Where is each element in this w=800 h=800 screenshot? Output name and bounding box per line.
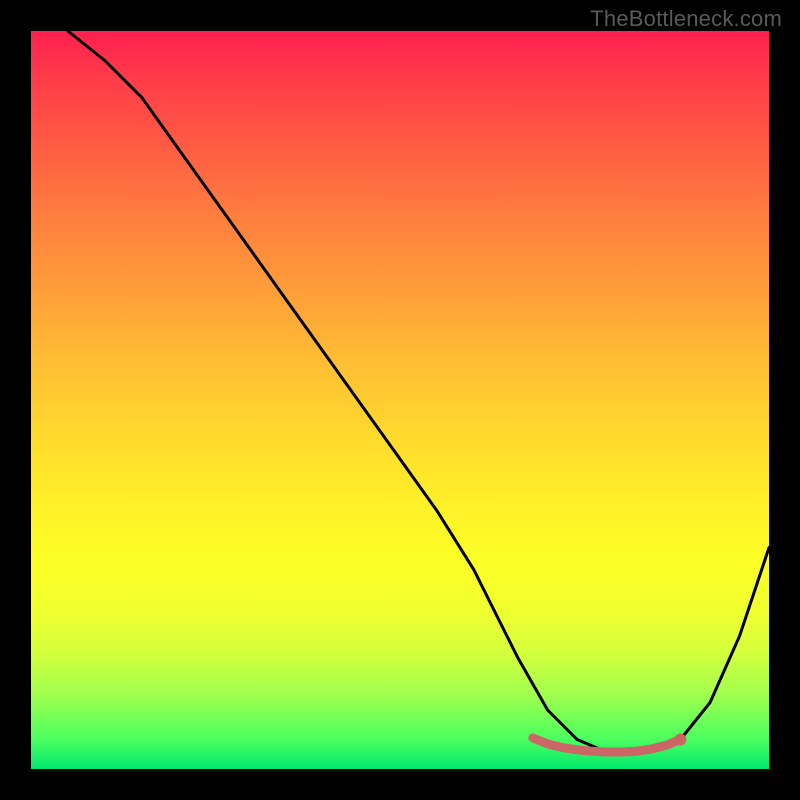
chart-svg	[31, 31, 769, 769]
marker-end-dot	[674, 734, 686, 746]
marker-band-path	[533, 738, 681, 752]
watermark-label: TheBottleneck.com	[590, 6, 782, 32]
main-curve-path	[68, 31, 769, 752]
chart-frame: TheBottleneck.com	[0, 0, 800, 800]
plot-area	[31, 31, 769, 769]
marker-dots	[674, 734, 686, 746]
